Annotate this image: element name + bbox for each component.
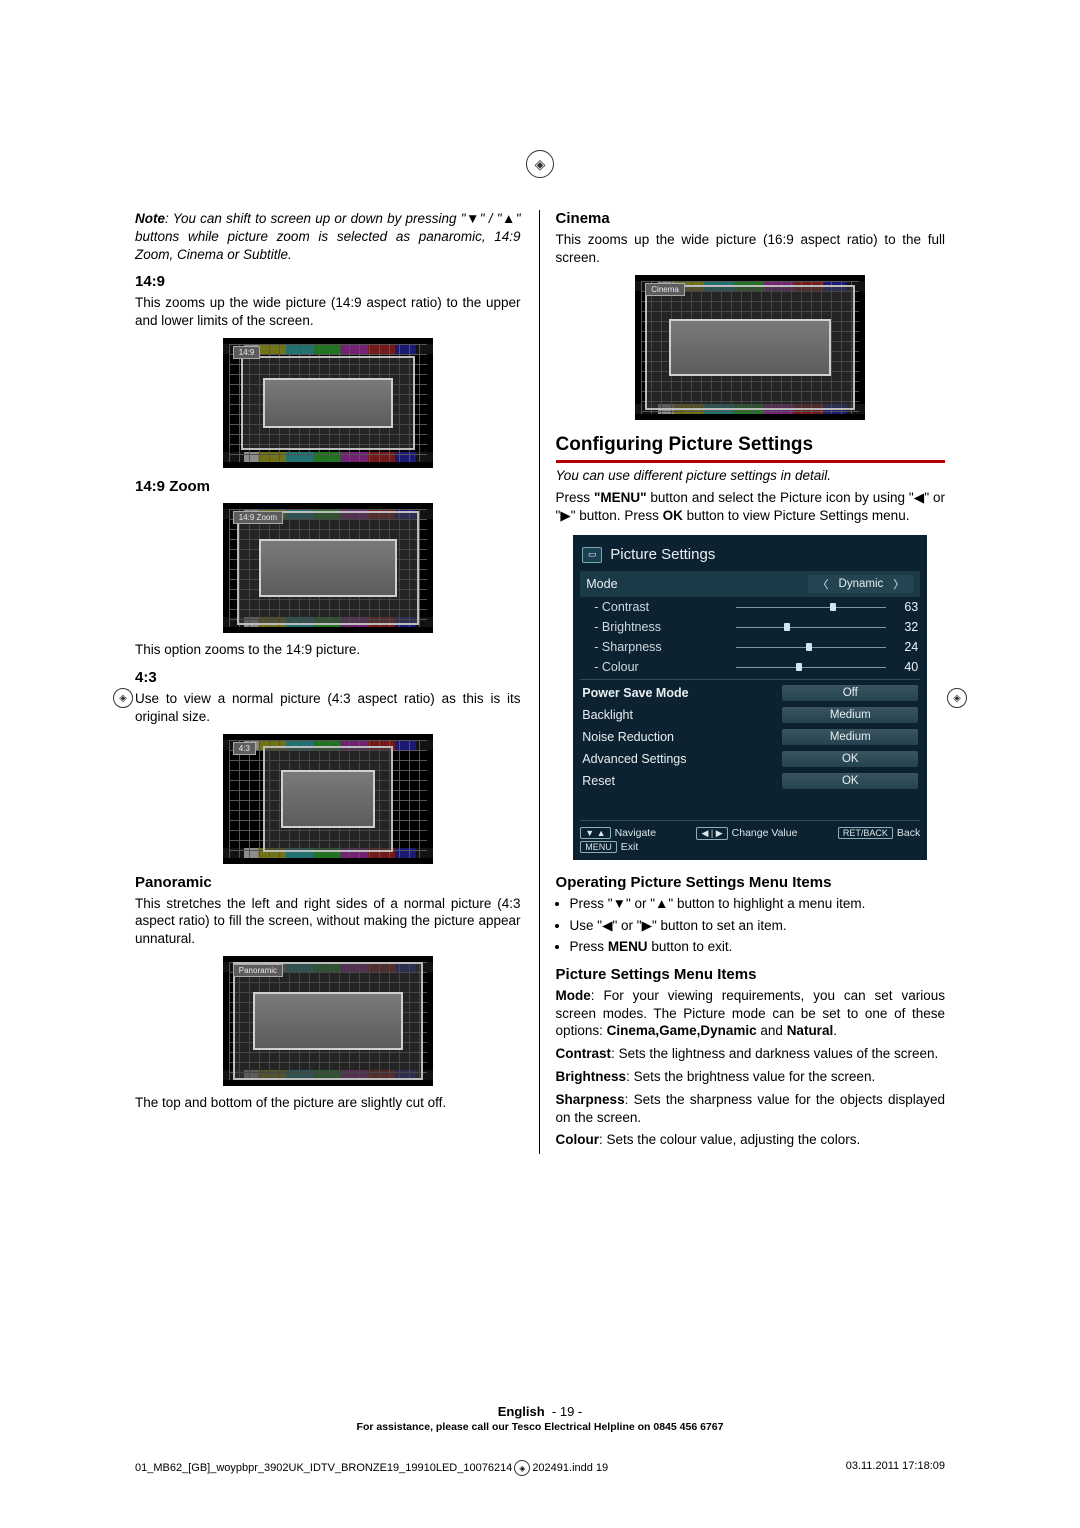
menu-title-row: ▭ Picture Settings [580, 542, 920, 571]
diagram-label-14-9: 14:9 [233, 346, 261, 359]
menu-row-contrast[interactable]: - Contrast 63 [580, 597, 920, 617]
back-key-icon: RET/BACK [838, 827, 893, 839]
diagram-label-panoramic: Panoramic [233, 964, 283, 977]
para-mode: Mode: For your viewing requirements, you… [556, 987, 945, 1040]
heading-cinema: Cinema [556, 210, 945, 227]
menu-row-backlight[interactable]: Backlight Medium [580, 704, 920, 726]
brightness-value: 32 [892, 620, 918, 634]
page-footer: English - 19 - For assistance, please ca… [0, 1404, 1080, 1433]
para-brightness: Brightness: Sets the brightness value fo… [556, 1068, 945, 1086]
bullet-2: Use "◀" or "▶" button to set an item. [570, 917, 945, 935]
mode-left-arrow-icon[interactable]: 〈 [818, 576, 829, 592]
heading-14-9-zoom: 14:9 Zoom [135, 478, 521, 495]
change-hint: Change Value [732, 827, 798, 839]
heading-operating-items: Operating Picture Settings Menu Items [556, 874, 945, 891]
footer-page-number: - 19 - [552, 1404, 582, 1419]
para-14-9: This zooms up the wide picture (14:9 asp… [135, 294, 521, 330]
noise-reduction-value: Medium [782, 729, 918, 745]
registration-dot-icon: ◈ [514, 1460, 530, 1476]
mode-label: Mode [586, 577, 807, 591]
heading-configuring-picture-settings: Configuring Picture Settings [556, 434, 945, 463]
para-colour: Colour: Sets the colour value, adjusting… [556, 1131, 945, 1149]
diagram-14-9-zoom: 14:9 Zoom [223, 503, 433, 633]
menu-row-reset[interactable]: Reset OK [580, 770, 920, 792]
heading-panoramic: Panoramic [135, 874, 521, 891]
mode-right-arrow-icon[interactable]: 〉 [893, 576, 904, 592]
mode-value: Dynamic [839, 578, 884, 590]
left-column: Note: You can shift to screen up or down… [135, 210, 521, 1154]
menu-row-sharpness[interactable]: - Sharpness 24 [580, 637, 920, 657]
diagram-4-3: 4:3 [223, 734, 433, 864]
menu-title: Picture Settings [610, 546, 715, 563]
sharpness-label: - Sharpness [582, 640, 736, 654]
heading-menu-items: Picture Settings Menu Items [556, 966, 945, 983]
print-registration-mark [526, 150, 554, 178]
diagram-14-9: 14:9 [223, 338, 433, 468]
note-text: Note: You can shift to screen up or down… [135, 210, 521, 263]
menu-footer: ▼ ▲ Navigate MENU Exit ◀ | ▶ Change Value R… [580, 820, 920, 853]
para-contrast: Contrast: Sets the lightness and darknes… [556, 1045, 945, 1063]
heading-4-3: 4:3 [135, 669, 521, 686]
para-panoramic: This stretches the left and right sides … [135, 895, 521, 948]
menu-row-colour[interactable]: - Colour 40 [580, 657, 920, 677]
diagram-label-14-9-zoom: 14:9 Zoom [233, 511, 283, 524]
menu-key-icon: MENU [580, 841, 617, 853]
diagram-label-cinema: Cinema [645, 283, 685, 296]
back-hint: Back [897, 827, 920, 839]
contrast-label: - Contrast [582, 600, 736, 614]
menu-row-power-save[interactable]: Power Save Mode Off [580, 682, 920, 704]
para-sharpness: Sharpness: Sets the sharpness value for … [556, 1091, 945, 1127]
operating-bullet-list: Press "▼" or "▲" button to highlight a m… [556, 895, 945, 956]
contrast-value: 63 [892, 600, 918, 614]
right-column: Cinema This zooms up the wide picture (1… [539, 210, 945, 1154]
footer-language: English [498, 1404, 545, 1419]
indesign-slug: 01_MB62_[GB]_woypbpr_3902UK_IDTV_BRONZE1… [135, 1460, 945, 1476]
reset-label: Reset [582, 774, 782, 788]
power-save-value: Off [782, 685, 918, 701]
indd-timestamp: 03.11.2011 17:18:09 [846, 1460, 945, 1476]
para-14-9-zoom: This option zooms to the 14:9 picture. [135, 641, 521, 659]
print-side-mark-right [947, 688, 967, 708]
diagram-cinema: Cinema [635, 275, 865, 420]
note-prefix: Note [135, 211, 165, 226]
note-body: : You can shift to screen up or down by … [135, 211, 521, 262]
heading-14-9: 14:9 [135, 273, 521, 290]
press-menu-text: Press "MENU" button and select the Pictu… [556, 489, 945, 525]
colour-label: - Colour [582, 660, 736, 674]
bullet-1: Press "▼" or "▲" button to highlight a m… [570, 895, 945, 913]
menu-row-mode[interactable]: Mode 〈 Dynamic 〉 [580, 571, 920, 597]
menu-row-brightness[interactable]: - Brightness 32 [580, 617, 920, 637]
indd-filename: 01_MB62_[GB]_woypbpr_3902UK_IDTV_BRONZE1… [135, 1462, 512, 1474]
change-keys-icon: ◀ | ▶ [696, 827, 727, 840]
sharpness-value: 24 [892, 640, 918, 654]
exit-hint: Exit [621, 841, 639, 853]
backlight-label: Backlight [582, 708, 782, 722]
menu-row-noise-reduction[interactable]: Noise Reduction Medium [580, 726, 920, 748]
reset-value: OK [782, 773, 918, 789]
brightness-label: - Brightness [582, 620, 736, 634]
power-save-label: Power Save Mode [582, 686, 782, 700]
backlight-value: Medium [782, 707, 918, 723]
footer-helpline: For assistance, please call our Tesco El… [0, 1421, 1080, 1433]
menu-row-advanced[interactable]: Advanced Settings OK [580, 748, 920, 770]
print-side-mark-left [113, 688, 133, 708]
advanced-value: OK [782, 751, 918, 767]
navigate-hint: Navigate [615, 827, 656, 839]
para-cinema: This zooms up the wide picture (16:9 asp… [556, 231, 945, 267]
para-4-3: Use to view a normal picture (4:3 aspect… [135, 690, 521, 726]
picture-icon: ▭ [582, 547, 602, 563]
advanced-label: Advanced Settings [582, 752, 782, 766]
colour-value: 40 [892, 660, 918, 674]
picture-settings-menu: ▭ Picture Settings Mode 〈 Dynamic 〉 - Co… [573, 535, 927, 860]
diagram-label-4-3: 4:3 [233, 742, 256, 755]
noise-reduction-label: Noise Reduction [582, 730, 782, 744]
indd-filename-tail: 202491.indd 19 [532, 1462, 608, 1474]
diagram-panoramic: Panoramic [223, 956, 433, 1086]
intro-italic: You can use different picture settings i… [556, 467, 945, 485]
bullet-3: Press MENU button to exit. [570, 938, 945, 956]
para-panoramic-tail: The top and bottom of the picture are sl… [135, 1094, 521, 1112]
nav-keys-icon: ▼ ▲ [580, 827, 610, 839]
